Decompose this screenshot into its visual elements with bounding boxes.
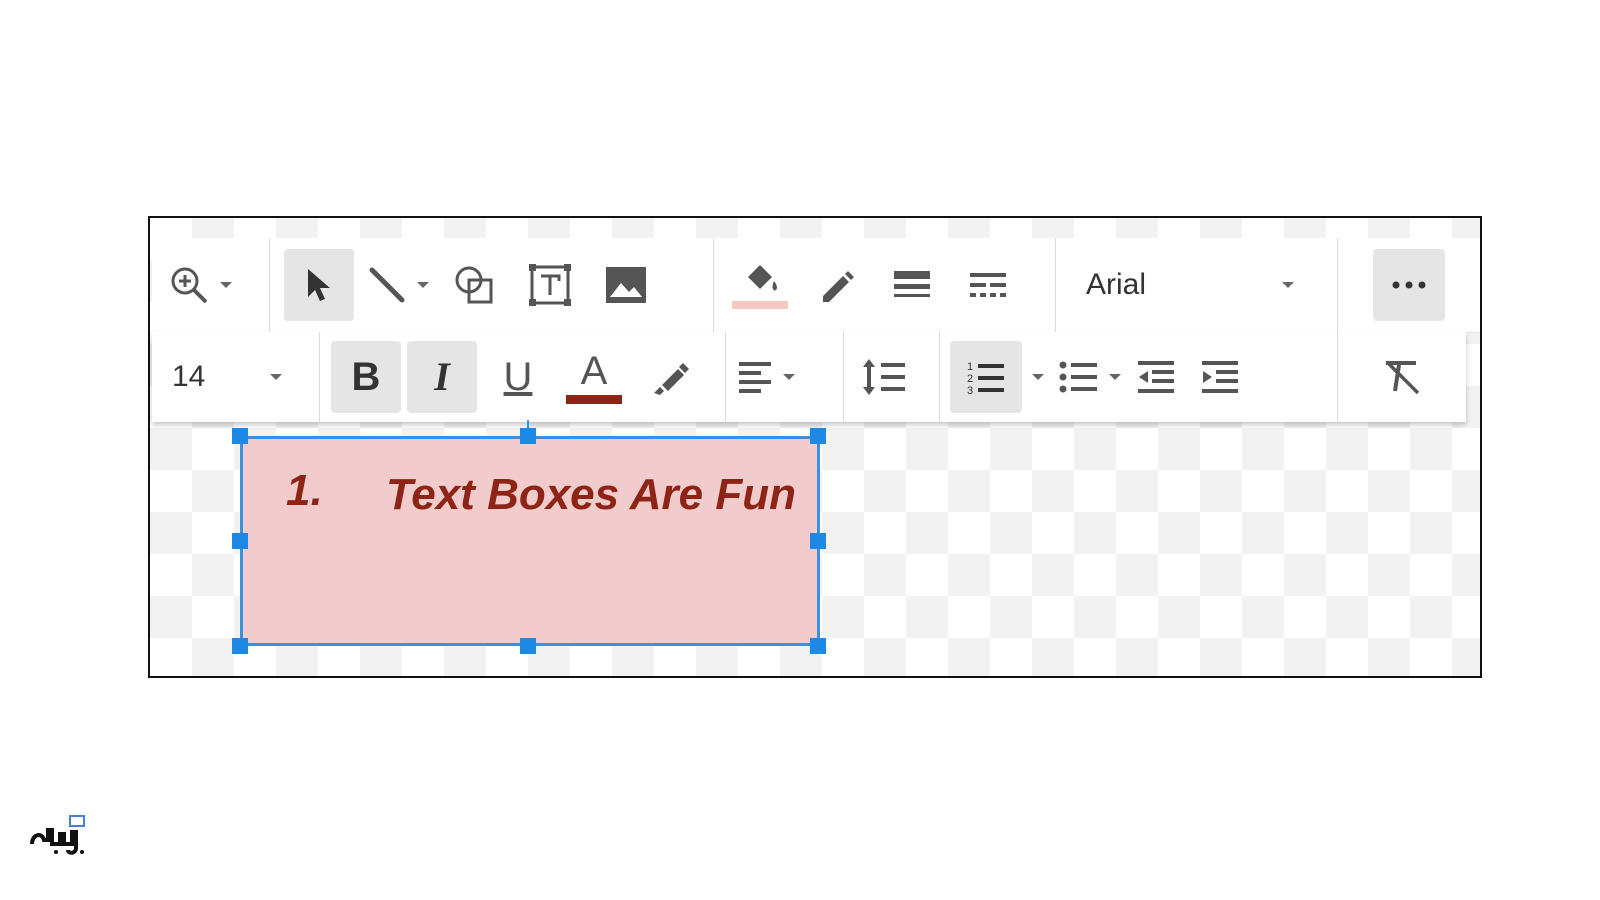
shape-tool-button[interactable] [442, 249, 506, 321]
clear-formatting-button[interactable] [1370, 341, 1434, 413]
text-style-group: B I U A [320, 332, 726, 422]
pencil-icon [817, 266, 855, 304]
main-toolbar: Arial [152, 238, 1480, 333]
more-group [1338, 238, 1480, 332]
chevron-down-icon [1109, 374, 1121, 380]
chevron-down-icon [1282, 282, 1294, 288]
numbered-list-dropdown-icon[interactable] [1032, 374, 1044, 380]
watermark-logo [30, 814, 92, 856]
border-weight-icon [892, 268, 932, 302]
zoom-in-icon [168, 264, 210, 306]
image-icon [604, 265, 648, 305]
line-spacing-icon [861, 357, 907, 397]
resize-handle-bottom[interactable] [520, 638, 536, 654]
border-dash-icon [968, 270, 1008, 300]
fill-color-swatch [732, 301, 788, 309]
svg-text:1: 1 [967, 361, 973, 373]
resize-handle-top-left[interactable] [232, 428, 248, 444]
highlight-color-button[interactable] [638, 341, 702, 413]
font-group: Arial [1056, 238, 1338, 332]
resize-handle-left[interactable] [232, 533, 248, 549]
text-box-tool-button[interactable] [518, 249, 582, 321]
numbered-list-button[interactable]: 123 [950, 341, 1022, 413]
tools-group [270, 238, 714, 332]
resize-handle-bottom-left[interactable] [232, 638, 248, 654]
zoom-button[interactable] [160, 249, 240, 321]
text-color-label: A [580, 348, 608, 393]
font-family-value: Arial [1086, 268, 1147, 301]
font-size-value: 14 [172, 360, 206, 393]
chevron-down-icon [417, 282, 429, 288]
text-color-button[interactable]: A [562, 341, 626, 413]
increase-indent-button[interactable] [1192, 341, 1248, 413]
image-tool-button[interactable] [594, 249, 658, 321]
clear-format-group [1338, 332, 1466, 422]
increase-indent-icon [1200, 359, 1240, 395]
highlighter-icon [650, 357, 690, 397]
list-number: 1. [286, 466, 323, 515]
more-horizontal-icon [1391, 281, 1427, 289]
underline-button[interactable]: U [486, 341, 550, 413]
paint-bucket-icon [740, 261, 780, 295]
spacing-group [844, 332, 940, 422]
align-left-icon [737, 359, 773, 395]
resize-handle-right[interactable] [810, 533, 826, 549]
border-color-button[interactable] [804, 249, 868, 321]
line-icon [367, 265, 407, 305]
font-size-group: 14 [152, 332, 320, 422]
align-group [726, 332, 844, 422]
border-weight-button[interactable] [880, 249, 944, 321]
text-format-toolbar: 14 B I U A 1 2 3 [152, 332, 1466, 422]
text-color-swatch [566, 394, 622, 404]
bold-label: B [351, 355, 381, 399]
numbered-list-icon: 123 [966, 358, 1006, 396]
resize-handle-top-right[interactable] [810, 428, 826, 444]
chevron-down-icon [220, 282, 232, 288]
fill-color-button[interactable] [728, 249, 792, 321]
italic-label: I [434, 354, 450, 399]
cursor-arrow-icon [304, 267, 334, 303]
line-spacing-button[interactable] [852, 341, 916, 413]
align-button[interactable] [734, 341, 798, 413]
decrease-indent-icon [1136, 359, 1176, 395]
style-group [714, 238, 1056, 332]
font-family-select[interactable]: Arial [1056, 249, 1318, 321]
chevron-down-icon [783, 374, 795, 380]
bulleted-list-button[interactable] [1058, 341, 1122, 413]
list-indent-group: 123 [940, 332, 1338, 422]
svg-text:2: 2 [967, 373, 973, 385]
chevron-down-icon [270, 374, 282, 380]
italic-button[interactable]: I [407, 341, 477, 413]
shape-icon [453, 264, 495, 306]
bold-button[interactable]: B [331, 341, 401, 413]
text-box-content[interactable]: Text Boxes Are Fun [386, 466, 806, 524]
text-box-icon [527, 262, 573, 308]
resize-handle-bottom-right[interactable] [810, 638, 826, 654]
border-dash-button[interactable] [956, 249, 1020, 321]
resize-handle-top[interactable] [520, 428, 536, 444]
clear-formatting-icon [1382, 357, 1422, 397]
decrease-indent-button[interactable] [1128, 341, 1184, 413]
select-tool-button[interactable] [284, 249, 354, 321]
line-tool-button[interactable] [366, 249, 430, 321]
svg-text:3: 3 [967, 385, 973, 396]
more-options-button[interactable] [1373, 249, 1445, 321]
zoom-group [152, 238, 270, 332]
underline-label: U [503, 355, 533, 399]
font-size-select[interactable]: 14 [152, 341, 302, 413]
bulleted-list-icon [1059, 359, 1099, 395]
